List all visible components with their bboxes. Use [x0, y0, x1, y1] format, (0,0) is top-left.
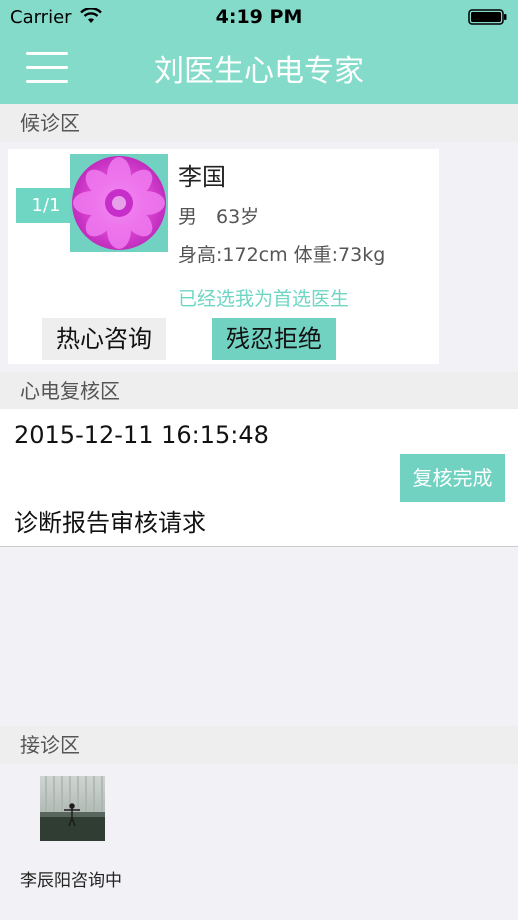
flower-avatar-image [70, 154, 168, 252]
person-photo-image [40, 776, 105, 841]
patient-gender-age: 男 63岁 [178, 206, 260, 228]
reject-button[interactable]: 残忍拒绝 [212, 318, 336, 360]
page-title: 刘医生心电专家 [154, 54, 364, 89]
preferred-doctor-note: 已经选我为首选医生 [178, 288, 350, 310]
patient-height-weight: 身高:172cm 体重:73kg [178, 244, 386, 266]
status-bar: Carrier 4:19 PM [0, 0, 518, 34]
patient-avatar [70, 154, 168, 252]
consult-button[interactable]: 热心咨询 [42, 318, 166, 360]
section-label-review: 心电复核区 [0, 372, 518, 410]
section-label-waiting: 候诊区 [0, 104, 518, 142]
review-request-text: 诊断报告审核请求 [14, 509, 206, 537]
nav-header: Carrier 4:19 PM 刘医生心电专家 [0, 0, 518, 104]
section-label-accepted: 接诊区 [0, 726, 518, 764]
patient-name: 李国 [178, 163, 226, 191]
status-time: 4:19 PM [215, 6, 303, 28]
waiting-patient-card[interactable]: 1/1 李国 男 63岁 身高:172cm 体重:73kg 已经选我为首选医生 … [8, 149, 439, 364]
review-datetime: 2015-12-11 16:15:48 [14, 421, 269, 449]
page-indicator: 1/1 [16, 188, 76, 223]
review-request-item[interactable]: 2015-12-11 16:15:48 复核完成 诊断报告审核请求 [0, 409, 518, 547]
accepted-area: 李辰阳咨询中 [0, 764, 518, 920]
accepted-patient-status: 李辰阳咨询中 [20, 871, 122, 891]
accepted-patient-photo[interactable] [40, 776, 105, 841]
review-done-button[interactable]: 复核完成 [400, 454, 505, 502]
battery-icon [468, 9, 507, 25]
